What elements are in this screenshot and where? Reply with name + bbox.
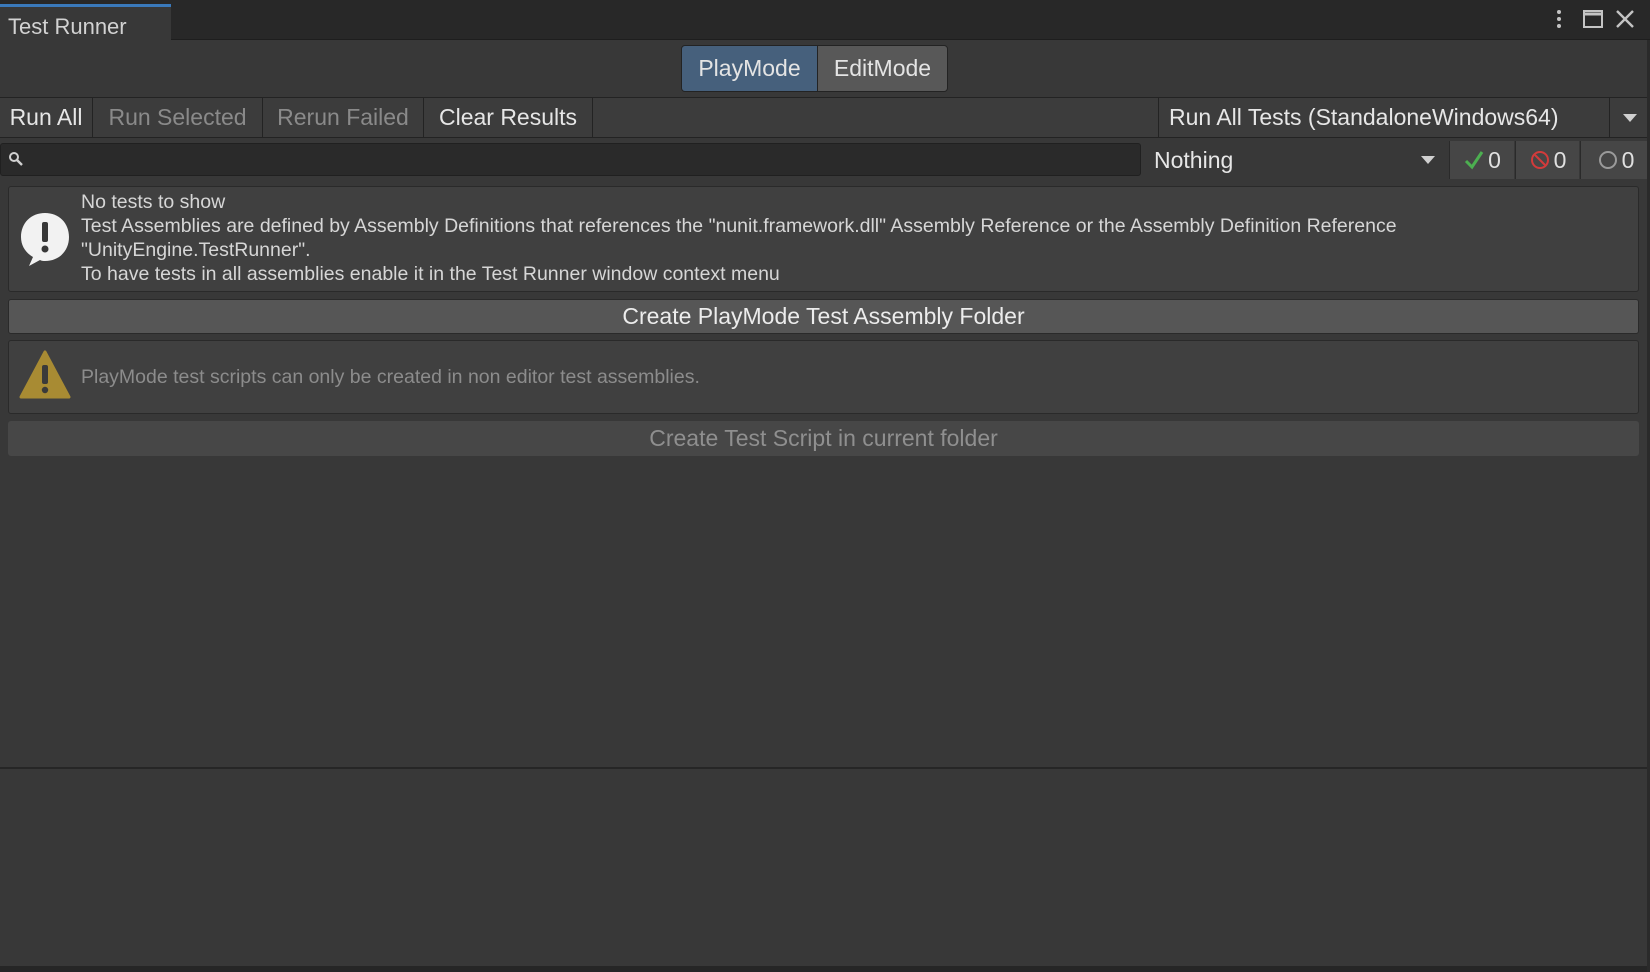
search-input[interactable]: [0, 143, 1141, 176]
warning-text: PlayMode test scripts can only be create…: [81, 366, 700, 388]
warning-icon: [18, 348, 72, 402]
tab-title: Test Runner: [8, 14, 127, 39]
chevron-down-icon: [1418, 151, 1438, 169]
editmode-tab[interactable]: EditMode: [817, 46, 947, 91]
skipped-filter-toggle[interactable]: 0: [1580, 141, 1650, 179]
playmode-tab[interactable]: PlayMode: [682, 46, 818, 91]
create-test-assembly-button[interactable]: Create PlayMode Test Assembly Folder: [8, 299, 1639, 334]
details-pane: [0, 769, 1650, 972]
category-value: Nothing: [1154, 146, 1234, 173]
search-icon: [7, 150, 25, 168]
passed-count: 0: [1488, 146, 1501, 173]
close-icon[interactable]: [1612, 6, 1638, 32]
run-selected-button[interactable]: Run Selected: [93, 98, 263, 137]
info-text-line: To have tests in all assemblies enable i…: [81, 263, 780, 285]
info-icon: [18, 210, 72, 268]
info-text-line: "UnityEngine.TestRunner".: [81, 239, 311, 261]
kebab-icon[interactable]: [1546, 6, 1572, 32]
failed-count: 0: [1553, 146, 1567, 173]
run-target-button[interactable]: Run All Tests (StandaloneWindows64): [1158, 98, 1610, 137]
failed-icon: [1530, 151, 1549, 169]
run-target-dropdown-arrow[interactable]: [1610, 98, 1650, 137]
title-bar: [0, 0, 1650, 40]
failed-filter-toggle[interactable]: 0: [1515, 141, 1579, 179]
clear-results-button[interactable]: Clear Results: [424, 98, 593, 137]
chevron-down-icon: [1623, 113, 1637, 122]
category-filter-dropdown[interactable]: Nothing: [1148, 141, 1444, 179]
checkmark-icon: [1465, 151, 1484, 170]
rerun-failed-button[interactable]: Rerun Failed: [263, 98, 424, 137]
maximize-icon[interactable]: [1580, 6, 1606, 32]
toolbar: Run All Run Selected Rerun Failed Clear …: [0, 97, 1650, 138]
skipped-count: 0: [1621, 146, 1635, 173]
skipped-icon: [1598, 151, 1617, 169]
window-bottom-edge: [0, 966, 1650, 972]
create-test-script-button[interactable]: Create Test Script in current folder: [8, 421, 1639, 456]
tab-test-runner[interactable]: Test Runner: [0, 4, 171, 41]
passed-filter-toggle[interactable]: 0: [1449, 141, 1514, 179]
run-all-button[interactable]: Run All: [0, 98, 93, 137]
run-target-label: Run All Tests (StandaloneWindows64): [1169, 104, 1559, 130]
info-text-line: Test Assemblies are defined by Assembly …: [81, 215, 1397, 237]
mode-toggle: PlayMode EditMode: [681, 45, 948, 92]
info-title: No tests to show: [81, 191, 226, 213]
